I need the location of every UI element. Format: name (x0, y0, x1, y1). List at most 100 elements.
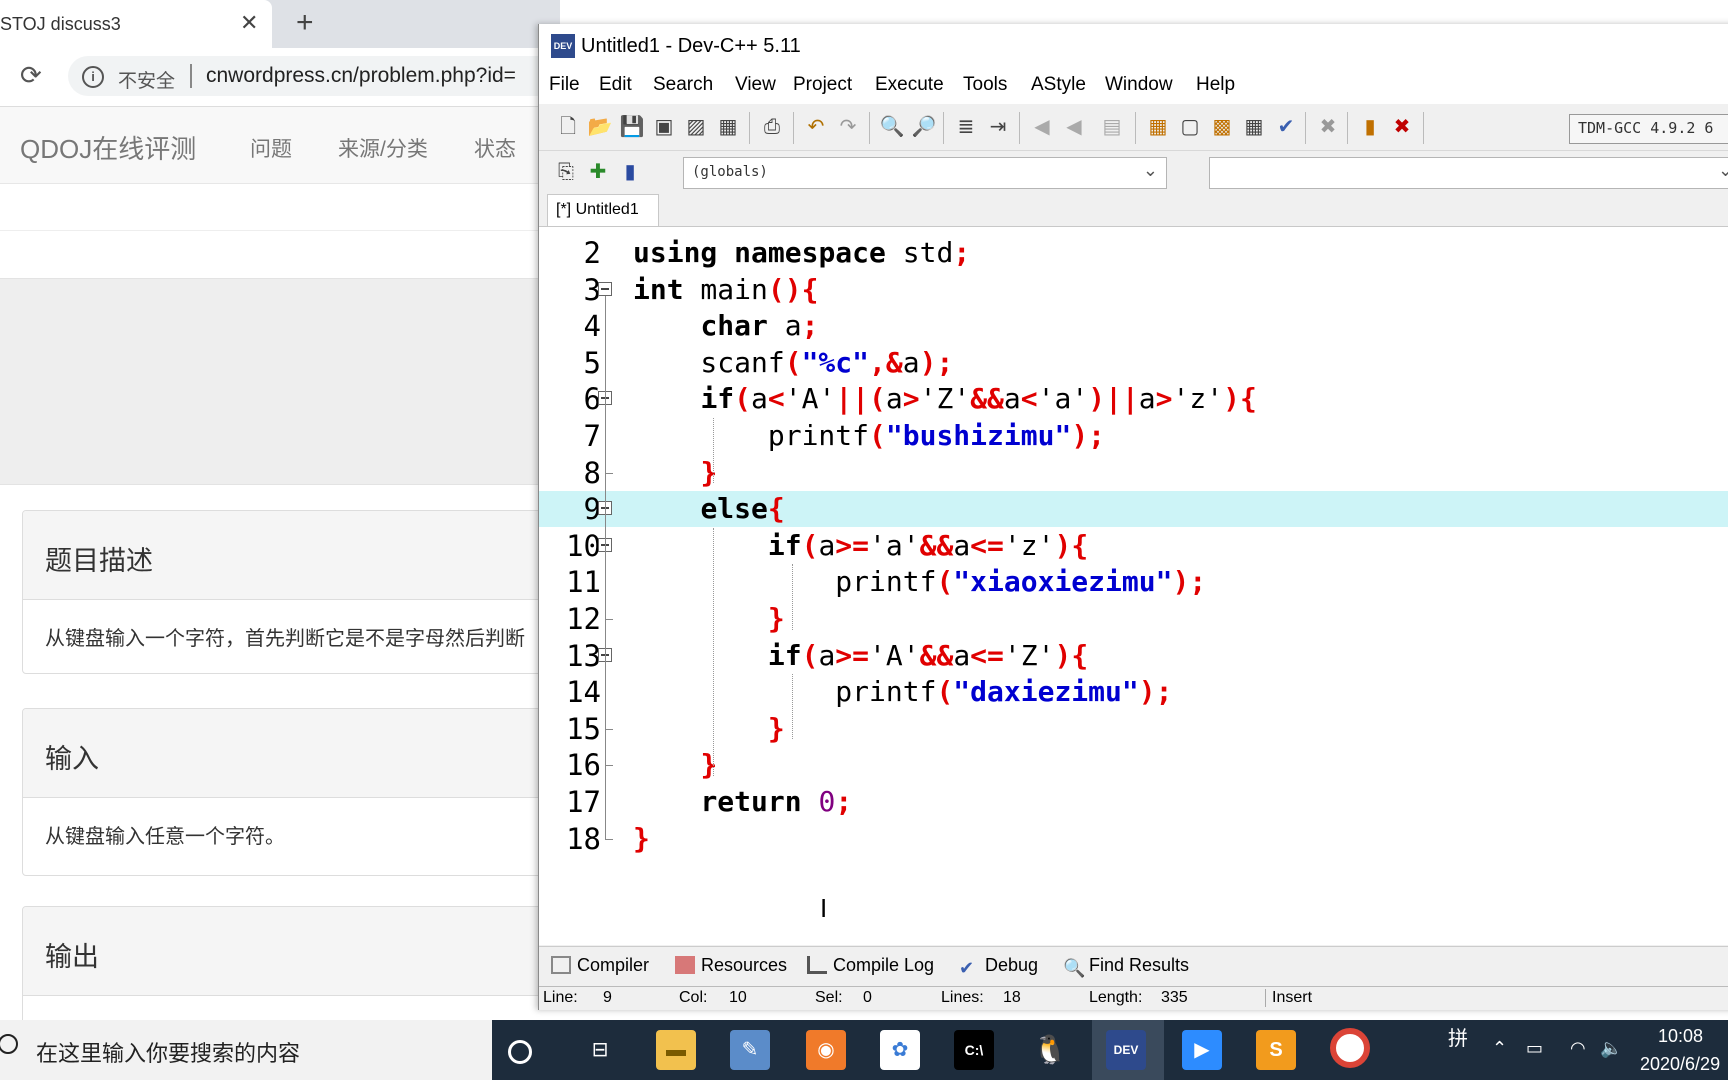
menu-edit[interactable]: Edit (599, 74, 632, 96)
nav-problems[interactable]: 问题 (250, 133, 292, 163)
tab-resources[interactable]: Resources (675, 955, 787, 976)
fold-toggle-icon[interactable] (598, 281, 612, 296)
compiler-select[interactable]: TDM-GCC 4.9.2 6 (1569, 114, 1728, 144)
tab-find-results[interactable]: 🔍 Find Results (1063, 955, 1189, 978)
menu-execute[interactable]: Execute (875, 74, 944, 96)
delete-profile-icon[interactable]: ✖ (1389, 114, 1415, 140)
qq-icon[interactable]: 🐧 (1030, 1030, 1070, 1070)
compile-icon[interactable]: ▦ (1145, 114, 1171, 140)
stop-icon[interactable]: ✖ (1315, 114, 1341, 140)
clock-date[interactable]: 2020/6/29 (1640, 1054, 1720, 1075)
editor-tab[interactable]: [*] Untitled1 (547, 194, 659, 227)
scope-select[interactable]: (globals) ⌄ (683, 157, 1167, 189)
open-file-icon[interactable]: 📂 (587, 114, 613, 140)
code-line[interactable]: 14 printf("daxiezimu"); (539, 674, 1728, 710)
browser-tab[interactable]: STOJ discuss3 ✕ (0, 0, 272, 48)
menu-astyle[interactable]: AStyle (1031, 74, 1086, 96)
reload-icon[interactable]: ⟳ (20, 60, 42, 91)
new-file-icon[interactable]: 🗋 (555, 114, 581, 140)
redo-icon[interactable]: ↷ (835, 114, 861, 140)
nav-status[interactable]: 状态 (474, 133, 516, 163)
code-line[interactable]: 17 return 0; (539, 784, 1728, 820)
file-explorer-icon[interactable]: ▬ (656, 1030, 696, 1070)
profile-icon[interactable]: ▮ (1357, 114, 1383, 140)
tab-compiler[interactable]: Compiler (551, 955, 649, 976)
insert-icon[interactable]: ⎘ (553, 159, 579, 185)
menu-file[interactable]: File (549, 74, 580, 96)
menu-help[interactable]: Help (1196, 74, 1235, 96)
new-tab-icon[interactable]: + (296, 6, 314, 40)
indent-icon[interactable]: ◀ (1029, 114, 1055, 140)
network-drive-icon[interactable]: ✿ (880, 1030, 920, 1070)
paint-icon[interactable]: ✎ (730, 1030, 770, 1070)
syntax-check-icon[interactable]: ✔ (1273, 114, 1299, 140)
screenshot-app-icon[interactable]: ◉ (806, 1030, 846, 1070)
toggle-bookmark-icon[interactable]: ▮ (617, 159, 643, 185)
code-line[interactable]: 16 } (539, 747, 1728, 783)
sublime-icon[interactable]: S (1256, 1030, 1296, 1070)
nav-source-category[interactable]: 来源/分类 (338, 133, 428, 163)
add-bookmark-icon[interactable]: ✚ (585, 159, 611, 185)
replace-icon[interactable]: 🔎 (911, 114, 937, 140)
address-bar[interactable]: i 不安全 cnwordpress.cn/problem.php?id= (68, 56, 560, 96)
code-line[interactable]: 9 else{ (539, 491, 1728, 528)
code-line[interactable]: 11 printf("xiaoxiezimu"); (539, 564, 1728, 600)
chrome-icon[interactable] (1330, 1028, 1370, 1068)
code-text: } (767, 602, 785, 635)
site-brand[interactable]: QDOJ在线评测 (20, 129, 196, 166)
menu-view[interactable]: View (735, 74, 776, 96)
volume-icon[interactable]: 🔈 (1600, 1038, 1622, 1059)
goto-line-icon[interactable]: ≣ (953, 114, 979, 140)
terminal-icon[interactable]: C:\ (954, 1030, 994, 1070)
code-line[interactable]: 10 if(a>='a'&&a<='z'){ (539, 528, 1728, 564)
url-text[interactable]: cnwordpress.cn/problem.php?id= (206, 64, 516, 88)
clock-time[interactable]: 10:08 (1658, 1026, 1703, 1047)
tab-compile-log[interactable]: Compile Log (807, 955, 934, 976)
close-all-icon[interactable]: ▦ (715, 114, 741, 140)
menu-project[interactable]: Project (793, 74, 852, 96)
find-icon[interactable]: 🔍 (879, 114, 905, 140)
close-file-icon[interactable]: ▨ (683, 114, 709, 140)
zoom-icon[interactable]: ▶ (1182, 1030, 1222, 1070)
member-select[interactable]: ⌄ (1209, 157, 1728, 189)
code-line[interactable]: 5 scanf("%c",&a); (539, 345, 1728, 381)
info-icon[interactable]: i (82, 66, 104, 88)
close-tab-icon[interactable]: ✕ (240, 10, 258, 36)
tab-debug[interactable]: ✔ Debug (959, 955, 1038, 978)
code-line[interactable]: 13 if(a>='A'&&a<='Z'){ (539, 638, 1728, 674)
bookmark-icon[interactable]: ⇥ (985, 114, 1011, 140)
code-editor[interactable]: 2 using namespace std; 3 int main(){4 char … (539, 226, 1728, 945)
rebuild-all-icon[interactable]: ▦ (1241, 114, 1267, 140)
code-line[interactable]: 8 } (539, 455, 1728, 491)
menu-search[interactable]: Search (653, 74, 713, 96)
chevron-up-icon[interactable]: ⌃ (1492, 1038, 1507, 1059)
code-line[interactable]: 6 if(a<'A'||(a>'Z'&&a<'a')||a>'z'){ (539, 381, 1728, 417)
code-line[interactable]: 3 int main(){ (539, 272, 1728, 308)
print-icon[interactable]: ⎙ (759, 114, 785, 140)
save-icon[interactable]: 💾 (619, 114, 645, 140)
save-all-icon[interactable]: ▣ (651, 114, 677, 140)
run-icon[interactable]: ▢ (1177, 114, 1203, 140)
code-line[interactable]: 18} (539, 821, 1728, 857)
menu-window[interactable]: Window (1105, 74, 1173, 96)
ime-indicator[interactable]: 拼 (1448, 1022, 1468, 1051)
task-view-icon[interactable]: ⊟ (580, 1030, 620, 1070)
code-line[interactable]: 2 using namespace std; (539, 235, 1728, 271)
undo-icon[interactable]: ↶ (803, 114, 829, 140)
code-text: } (767, 711, 785, 745)
devcpp-taskbar-icon[interactable]: DEV (1106, 1030, 1146, 1070)
compile-run-icon[interactable]: ▩ (1209, 114, 1235, 140)
code-line[interactable]: 4 char a; (539, 308, 1728, 344)
cortana-icon[interactable] (508, 1040, 532, 1064)
code-text: char a; (700, 309, 819, 343)
wifi-icon[interactable]: ◠ (1570, 1038, 1586, 1059)
unindent-icon[interactable]: ◀ (1061, 114, 1087, 140)
code-line[interactable]: 7 printf("bushizimu"); (539, 418, 1728, 454)
title-bar[interactable]: DEV Untitled1 - Dev-C++ 5.11 (539, 24, 1728, 68)
code-line[interactable]: 15 } (539, 711, 1728, 747)
comment-icon[interactable]: ▤ (1099, 114, 1125, 140)
battery-icon[interactable]: ▭ (1526, 1038, 1543, 1059)
code-line[interactable]: 12 } (539, 601, 1728, 637)
menu-tools[interactable]: Tools (963, 74, 1007, 96)
taskbar-search[interactable]: 在这里输入你要搜索的内容 (0, 1020, 492, 1080)
